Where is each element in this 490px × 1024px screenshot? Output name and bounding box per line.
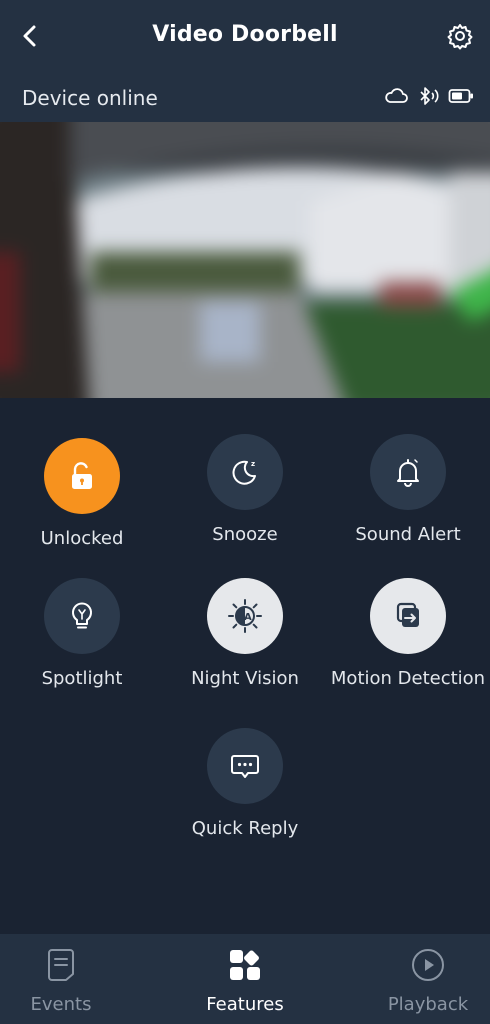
night-vision-icon: A xyxy=(228,599,262,633)
feature-sound-alert[interactable]: Sound Alert xyxy=(328,434,488,545)
page-title: Video Doorbell xyxy=(152,22,338,47)
bluetooth-icon xyxy=(420,87,439,105)
features-grid: Unlocked z Snooze Sound Alert Spotlight … xyxy=(0,398,490,934)
sound-alert-button[interactable] xyxy=(370,434,446,510)
camera-view-image xyxy=(0,122,490,398)
nav-label: Features xyxy=(206,994,284,1015)
feature-label: Snooze xyxy=(212,524,278,545)
play-circle-icon xyxy=(412,949,444,981)
spotlight-button[interactable] xyxy=(44,578,120,654)
device-status-text: Device online xyxy=(22,86,158,110)
bottom-nav: Events Features Playback xyxy=(0,934,490,1024)
grid-icon xyxy=(230,950,260,980)
status-icons xyxy=(384,86,474,106)
motion-detection-button[interactable] xyxy=(370,578,446,654)
svg-text:A: A xyxy=(244,612,252,623)
feature-label: Unlocked xyxy=(40,528,124,549)
nav-events[interactable]: Events xyxy=(1,946,121,1015)
gear-icon xyxy=(447,24,473,50)
feature-label: Quick Reply xyxy=(191,818,299,839)
device-status-bar: Device online xyxy=(0,76,490,122)
feature-quick-reply[interactable]: Quick Reply xyxy=(165,728,325,839)
svg-text:z: z xyxy=(251,460,255,468)
nav-label: Events xyxy=(30,994,92,1015)
feature-unlocked[interactable]: Unlocked xyxy=(2,438,162,549)
video-feed[interactable] xyxy=(0,122,490,398)
quick-reply-button[interactable] xyxy=(207,728,283,804)
feature-label: Sound Alert xyxy=(355,524,461,545)
bulb-icon xyxy=(72,602,92,629)
nav-label: Playback xyxy=(387,994,469,1015)
feature-spotlight[interactable]: Spotlight xyxy=(2,578,162,689)
unlocked-button[interactable] xyxy=(44,438,120,514)
nav-playback[interactable]: Playback xyxy=(368,946,488,1015)
motion-icon xyxy=(396,602,419,627)
document-icon xyxy=(48,949,74,981)
feature-label: Night Vision xyxy=(191,668,299,689)
moon-icon: z xyxy=(232,460,256,485)
snooze-button[interactable]: z xyxy=(207,434,283,510)
app-header: Video Doorbell xyxy=(0,0,490,76)
lock-open-icon xyxy=(72,462,92,489)
cloud-icon xyxy=(385,88,408,103)
feature-label: Motion Detection xyxy=(330,668,486,689)
feature-night-vision[interactable]: A Night Vision xyxy=(165,578,325,689)
night-vision-button[interactable]: A xyxy=(207,578,283,654)
feature-label: Spotlight xyxy=(41,668,123,689)
bell-icon xyxy=(397,459,419,487)
chat-bubble-icon xyxy=(231,755,259,778)
feature-snooze[interactable]: z Snooze xyxy=(165,434,325,545)
feature-motion-detection[interactable]: Motion Detection xyxy=(328,578,488,689)
nav-features[interactable]: Features xyxy=(185,946,305,1015)
settings-button[interactable] xyxy=(444,20,476,52)
battery-icon xyxy=(448,89,473,103)
